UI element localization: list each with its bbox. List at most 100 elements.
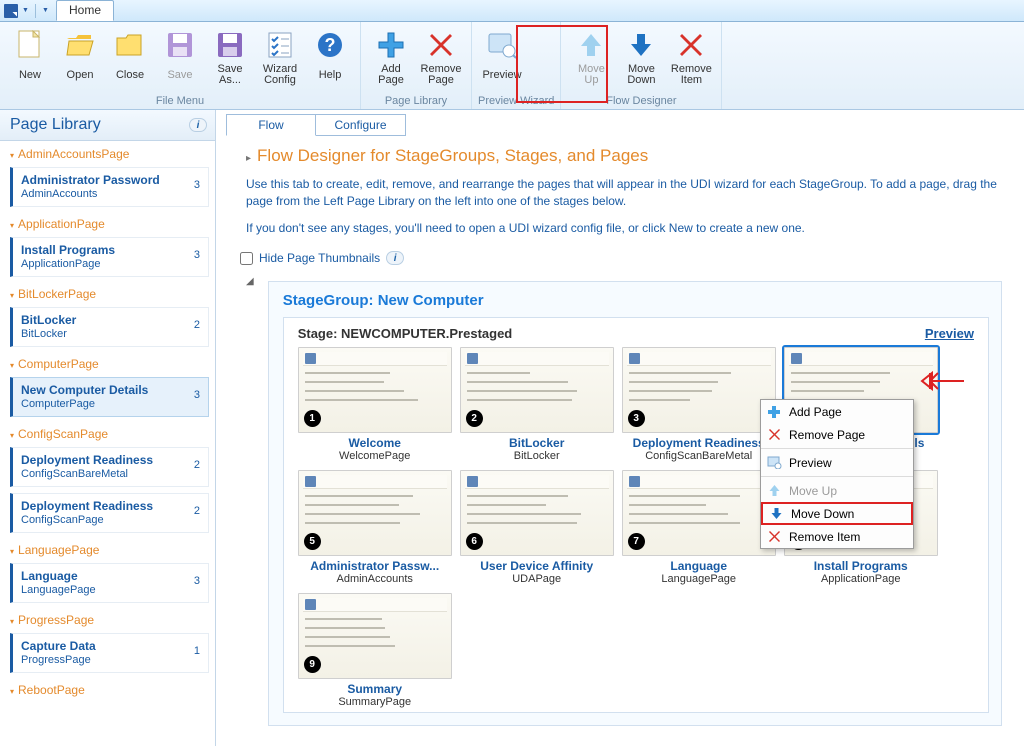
ribbon-group-file-menu: New Open Close Save Save As... Wizard Co… <box>0 22 361 109</box>
item-type: ApplicationPage <box>21 258 115 270</box>
sidebar-category[interactable]: ApplicationPage <box>0 213 215 235</box>
sidebar-item[interactable]: LanguageLanguagePage3 <box>10 563 209 603</box>
page-thumbnail[interactable]: 1WelcomeWelcomePage <box>298 347 452 462</box>
remove-item-button[interactable]: Remove Item <box>667 26 715 88</box>
preview-icon <box>486 29 518 61</box>
thumbnail-title: User Device Affinity <box>460 559 614 573</box>
sidebar-category[interactable]: ComputerPage <box>0 353 215 375</box>
new-file-icon <box>14 29 46 61</box>
help-button[interactable]: ?Help <box>306 26 354 88</box>
page-thumbnail[interactable]: 6 User Device AffinityUDAPage <box>460 470 614 585</box>
save-button[interactable]: Save <box>156 26 204 88</box>
item-count: 2 <box>194 453 200 471</box>
page-number-badge: 5 <box>304 533 321 550</box>
thumbnail-type: UDAPage <box>460 573 614 585</box>
checklist-icon <box>264 29 296 61</box>
sidebar-category[interactable]: RebootPage <box>0 679 215 701</box>
thumbnail-title: Summary <box>298 682 452 696</box>
new-button[interactable]: New <box>6 26 54 88</box>
sidebar-item[interactable]: Install ProgramsApplicationPage 3 <box>10 237 209 277</box>
separator <box>761 448 913 449</box>
sidebar-item[interactable]: BitLockerBitLocker2 <box>10 307 209 347</box>
qat-dropdown-icon[interactable]: ▼ <box>42 7 49 14</box>
collapse-icon[interactable]: ◢ <box>246 276 254 287</box>
save-as-icon <box>214 29 246 61</box>
item-count: 3 <box>194 383 200 401</box>
preview-button[interactable]: Preview <box>478 26 526 88</box>
info-icon[interactable]: i <box>189 118 207 132</box>
app-menu-dropdown-icon[interactable]: ▼ <box>22 7 29 14</box>
menu-remove-page[interactable]: Remove Page <box>761 423 913 446</box>
page-number-badge: 6 <box>466 533 483 550</box>
x-icon <box>675 29 707 61</box>
sidebar-item[interactable]: Deployment ReadinessConfigScanBareMetal2 <box>10 447 209 487</box>
item-count: 3 <box>194 243 200 261</box>
item-count: 1 <box>194 639 200 657</box>
item-title: Install Programs <box>21 243 115 257</box>
thumbnail-type: SummaryPage <box>298 696 452 708</box>
wizard-config-button[interactable]: Wizard Config <box>256 26 304 88</box>
thumbnail-image: 2 <box>460 347 614 433</box>
tab-configure[interactable]: Configure <box>316 114 406 136</box>
sidebar-category[interactable]: AdminAccountsPage <box>0 143 215 165</box>
thumbnail-image: 7 <box>622 470 776 556</box>
save-as-button[interactable]: Save As... <box>206 26 254 88</box>
sidebar-category[interactable]: BitLockerPage <box>0 283 215 305</box>
menu-move-up[interactable]: Move Up <box>761 479 913 502</box>
sidebar-item[interactable]: Deployment ReadinessConfigScanPage2 <box>10 493 209 533</box>
titlebar: ▼ ▼ <box>0 0 1024 22</box>
add-page-button[interactable]: Add Page <box>367 26 415 88</box>
page-thumbnail[interactable]: 9SummarySummaryPage <box>298 593 452 708</box>
preview-link[interactable]: Preview <box>925 326 974 341</box>
ribbon-group-page-library: Add Page Remove Page Page Library <box>361 22 472 109</box>
page-thumbnail[interactable]: 3Deployment ReadinessConfigScanBareMetal <box>622 347 776 462</box>
view-tabs: Flow Configure <box>216 110 1024 136</box>
open-button[interactable]: Open <box>56 26 104 88</box>
sidebar-category[interactable]: ProgressPage <box>0 609 215 631</box>
tab-flow[interactable]: Flow <box>226 114 316 136</box>
svg-text:?: ? <box>325 35 336 55</box>
menu-remove-item[interactable]: Remove Item <box>761 525 913 548</box>
page-thumbnail[interactable]: 5 Administrator Passw...AdminAccounts <box>298 470 452 585</box>
move-up-button[interactable]: Move Up <box>567 26 615 88</box>
sidebar-item[interactable]: Capture DataProgressPage1 <box>10 633 209 673</box>
thumbnail-type: WelcomePage <box>298 450 452 462</box>
page-number-badge: 1 <box>304 410 321 427</box>
preview-icon <box>765 455 783 471</box>
item-type: ConfigScanBareMetal <box>21 468 153 480</box>
ribbon-group-preview-wizard: Preview Preview Wizard <box>472 22 561 109</box>
move-down-button[interactable]: Move Down <box>617 26 665 88</box>
thumbnail-title: Administrator Passw... <box>298 559 452 573</box>
thumbnail-title: Install Programs <box>784 559 938 573</box>
thumbnail-type: ConfigScanBareMetal <box>622 450 776 462</box>
page-thumbnail[interactable]: 2BitLockerBitLocker <box>460 347 614 462</box>
hide-thumbnails-checkbox[interactable] <box>240 252 253 265</box>
ribbon-group-flow-designer: Move Up Move Down Remove Item Flow Desig… <box>561 22 722 109</box>
remove-page-button[interactable]: Remove Page <box>417 26 465 88</box>
page-thumbnail[interactable]: 7LanguageLanguagePage <box>622 470 776 585</box>
group-label: Flow Designer <box>567 95 715 109</box>
item-count: 2 <box>194 313 200 331</box>
tab-home[interactable]: Home <box>56 0 114 21</box>
sidebar-item[interactable]: New Computer DetailsComputerPage3 <box>10 377 209 417</box>
sidebar-category[interactable]: ConfigScanPage <box>0 423 215 445</box>
sidebar: Page Library i AdminAccountsPageAdminist… <box>0 110 216 746</box>
thumbnail-image: 5 <box>298 470 452 556</box>
separator <box>35 4 36 18</box>
page-number-badge: 7 <box>628 533 645 550</box>
info-icon[interactable]: i <box>386 251 404 265</box>
group-label: File Menu <box>6 95 354 109</box>
plus-icon <box>765 404 783 420</box>
close-button[interactable]: Close <box>106 26 154 88</box>
menu-add-page[interactable]: Add Page <box>761 400 913 423</box>
item-title: Language <box>21 569 96 583</box>
sidebar-category[interactable]: LanguagePage <box>0 539 215 561</box>
arrow-down-icon <box>767 506 785 522</box>
sidebar-item[interactable]: Administrator PasswordAdminAccounts3 <box>10 167 209 207</box>
thumbnail-image: 1 <box>298 347 452 433</box>
item-type: ComputerPage <box>21 398 148 410</box>
menu-move-down[interactable]: Move Down <box>761 502 913 525</box>
thumbnail-type: AdminAccounts <box>298 573 452 585</box>
menu-preview[interactable]: Preview <box>761 451 913 474</box>
sidebar-body[interactable]: AdminAccountsPageAdministrator PasswordA… <box>0 141 215 746</box>
